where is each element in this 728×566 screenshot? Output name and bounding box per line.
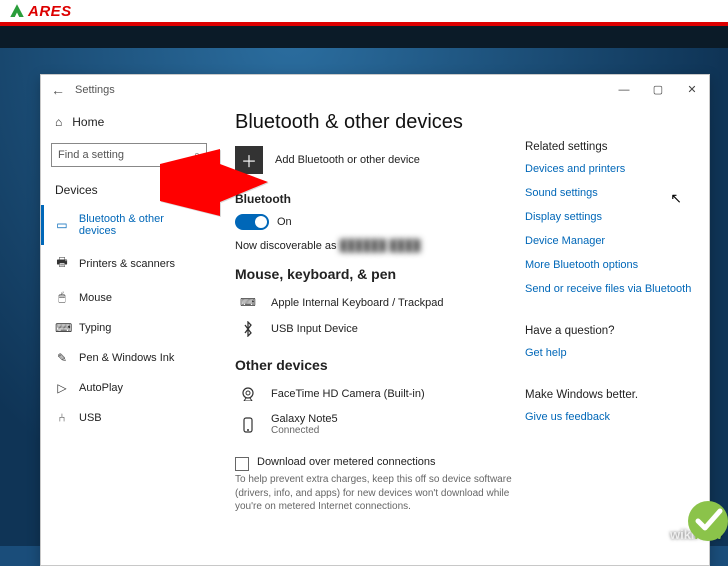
sidebar-home[interactable]: ⌂ Home	[41, 109, 217, 135]
keyboard-icon: ⌨	[237, 296, 259, 309]
discoverable-name: ██████ ████	[340, 240, 421, 252]
page-banner: ARES	[0, 0, 728, 26]
camera-icon	[237, 387, 259, 401]
related-link-0[interactable]: Devices and printers	[525, 163, 697, 175]
sidebar-item-1[interactable]: 🖶 Printers & scanners	[41, 245, 217, 282]
home-label: Home	[72, 115, 104, 129]
home-icon: ⌂	[55, 115, 62, 129]
discoverable-text: Now discoverable as ██████ ████	[235, 240, 513, 252]
window-title: Settings	[75, 84, 115, 96]
search-input[interactable]: Find a setting ⌕	[51, 143, 207, 167]
monitor-bezel	[0, 26, 728, 48]
related-link-1[interactable]: Sound settings	[525, 187, 697, 199]
get-help-link[interactable]: Get help	[525, 347, 697, 359]
nav-icon: ✎	[55, 351, 69, 365]
nav-icon: ▭	[55, 218, 69, 232]
nav-icon: ⌨	[55, 321, 69, 335]
nav-label: Bluetooth & other devices	[79, 213, 203, 237]
device-row[interactable]: FaceTime HD Camera (Built-in)	[235, 381, 513, 407]
nav-label: Pen & Windows Ink	[79, 352, 174, 364]
minimize-button[interactable]: —	[607, 76, 641, 104]
settings-window: ← Settings — ▢ ✕ ⌂ Home Find a setting ⌕…	[40, 74, 710, 566]
device-label: USB Input Device	[271, 323, 358, 335]
nav-label: Typing	[79, 322, 111, 334]
triangle-a-icon	[8, 2, 26, 20]
sidebar-item-6[interactable]: ⑃ USB	[41, 403, 217, 433]
checkmark-icon	[670, 483, 728, 548]
window-titlebar: ← Settings — ▢ ✕	[41, 75, 709, 105]
nav-label: Printers & scanners	[79, 258, 175, 270]
section-other: Other devices	[235, 357, 513, 373]
feedback-link[interactable]: Give us feedback	[525, 411, 697, 423]
nav-icon: ▷	[55, 381, 69, 395]
sidebar-item-4[interactable]: ✎ Pen & Windows Ink	[41, 343, 217, 373]
nav-icon: 🖶	[55, 253, 69, 274]
nav-label: AutoPlay	[79, 382, 123, 394]
page-title: Bluetooth & other devices	[235, 111, 513, 134]
sidebar: ⌂ Home Find a setting ⌕ Devices ▭ Bluetoo…	[41, 105, 217, 565]
device-label: Apple Internal Keyboard / Trackpad	[271, 297, 443, 309]
device-row[interactable]: USB Input Device	[235, 315, 513, 343]
bluetooth-toggle[interactable]	[235, 214, 269, 230]
metered-label: Download over metered connections	[257, 456, 436, 468]
desktop-background: ← Settings — ▢ ✕ ⌂ Home Find a setting ⌕…	[0, 26, 728, 546]
toggle-state: On	[277, 216, 292, 228]
add-device-button[interactable]: ＋	[235, 146, 263, 174]
add-device-label: Add Bluetooth or other device	[275, 154, 420, 166]
phone-icon	[237, 417, 259, 433]
related-link-5[interactable]: Send or receive files via Bluetooth	[525, 283, 697, 295]
device-row[interactable]: Galaxy Note5 Connected	[235, 407, 513, 442]
nav-icon: ⑃	[55, 411, 69, 425]
search-icon: ⌕	[194, 149, 200, 162]
metered-help-text: To help prevent extra charges, keep this…	[235, 473, 513, 514]
device-sublabel: Connected	[271, 425, 338, 436]
nav-label: USB	[79, 412, 102, 424]
nav-label: Mouse	[79, 292, 112, 304]
related-link-4[interactable]: More Bluetooth options	[525, 259, 697, 271]
device-label: FaceTime HD Camera (Built-in)	[271, 388, 425, 400]
related-link-2[interactable]: Display settings	[525, 211, 697, 223]
brand-logo: ARES	[8, 2, 72, 20]
main-panel: Bluetooth & other devices ＋ Add Bluetoot…	[217, 105, 521, 565]
search-placeholder: Find a setting	[58, 149, 124, 161]
close-button[interactable]: ✕	[675, 76, 709, 104]
sidebar-item-0[interactable]: ▭ Bluetooth & other devices	[41, 205, 217, 245]
sidebar-item-3[interactable]: ⌨ Typing	[41, 313, 217, 343]
device-label: Galaxy Note5	[271, 413, 338, 425]
back-button[interactable]: ←	[41, 82, 75, 98]
better-header: Make Windows better.	[525, 389, 697, 401]
brand-text: ARES	[28, 3, 72, 20]
sidebar-item-2[interactable]: 🖱 Mouse	[41, 282, 217, 313]
metered-checkbox[interactable]	[235, 457, 249, 471]
related-header: Related settings	[525, 141, 697, 153]
sidebar-header: Devices	[41, 177, 217, 205]
question-header: Have a question?	[525, 325, 697, 337]
sidebar-item-5[interactable]: ▷ AutoPlay	[41, 373, 217, 403]
maximize-button[interactable]: ▢	[641, 76, 675, 104]
nav-icon: 🖱	[55, 290, 69, 305]
related-link-3[interactable]: Device Manager	[525, 235, 697, 247]
device-row[interactable]: ⌨ Apple Internal Keyboard / Trackpad	[235, 290, 513, 315]
bluetooth-label: Bluetooth	[235, 192, 513, 206]
bluetooth-icon	[237, 321, 259, 337]
section-mkp: Mouse, keyboard, & pen	[235, 266, 513, 282]
